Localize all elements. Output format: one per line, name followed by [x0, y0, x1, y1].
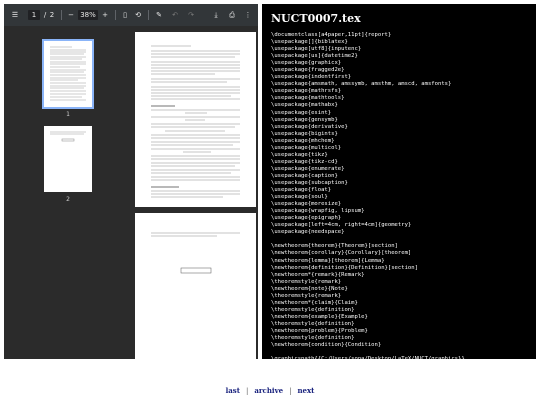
thumbnail-page-1[interactable]	[42, 39, 94, 109]
thumbnail-page-2-preview	[50, 131, 86, 142]
zoom-input[interactable]: 38%	[78, 10, 98, 20]
page-total: 2	[49, 11, 55, 19]
toolbar-divider	[61, 10, 62, 20]
thumbnail-page-2[interactable]	[44, 126, 92, 192]
toolbar-divider	[115, 10, 116, 20]
next-link[interactable]: next	[297, 386, 314, 395]
nav-separator: |	[289, 387, 292, 395]
page-1-text-lines	[151, 45, 240, 198]
annotate-icon[interactable]: ✎	[154, 4, 164, 26]
source-title: NUCT0007.tex	[271, 12, 361, 25]
archive-link[interactable]: archive	[254, 386, 283, 395]
pdf-page-1	[135, 32, 256, 207]
zoom-in-button[interactable]: +	[100, 4, 110, 26]
pdf-toolbar: ☰ 1 / 2 − 38% + ▯ ⟲ ✎ ↶ ↷ ⤓ ⎙ ⋮	[4, 4, 258, 26]
redo-icon[interactable]: ↷	[186, 4, 196, 26]
undo-icon[interactable]: ↶	[170, 4, 180, 26]
print-icon[interactable]: ⎙	[227, 4, 237, 26]
menu-icon[interactable]: ☰	[8, 4, 22, 26]
footer-nav: last | archive | next	[0, 386, 540, 395]
page-2-content	[151, 232, 240, 274]
page-number-input[interactable]: 1	[28, 10, 40, 20]
source-code: \documentclass[a4paper,11pt]{report} \us…	[271, 32, 465, 359]
tex-source-pane: NUCT0007.tex \documentclass[a4paper,11pt…	[262, 4, 536, 359]
thumbnail-sidebar: 1 2	[4, 26, 132, 359]
nav-separator: |	[245, 387, 249, 395]
thumbnail-page-number: 2	[66, 196, 70, 203]
last-link[interactable]: last	[226, 386, 240, 395]
zoom-out-button[interactable]: −	[66, 4, 76, 26]
download-icon[interactable]: ⤓	[211, 4, 221, 26]
toolbar-divider	[148, 10, 149, 20]
rotate-icon[interactable]: ⟲	[133, 4, 143, 26]
thumbnail-page-number: 1	[66, 111, 70, 118]
more-options-icon[interactable]: ⋮	[243, 4, 253, 26]
pdf-page-2	[135, 213, 256, 359]
fit-page-icon[interactable]: ▯	[120, 4, 130, 26]
thumbnail-page-1-preview	[50, 46, 86, 101]
pdf-viewer: ☰ 1 / 2 − 38% + ▯ ⟲ ✎ ↶ ↷ ⤓ ⎙ ⋮ 1 2	[4, 4, 258, 359]
